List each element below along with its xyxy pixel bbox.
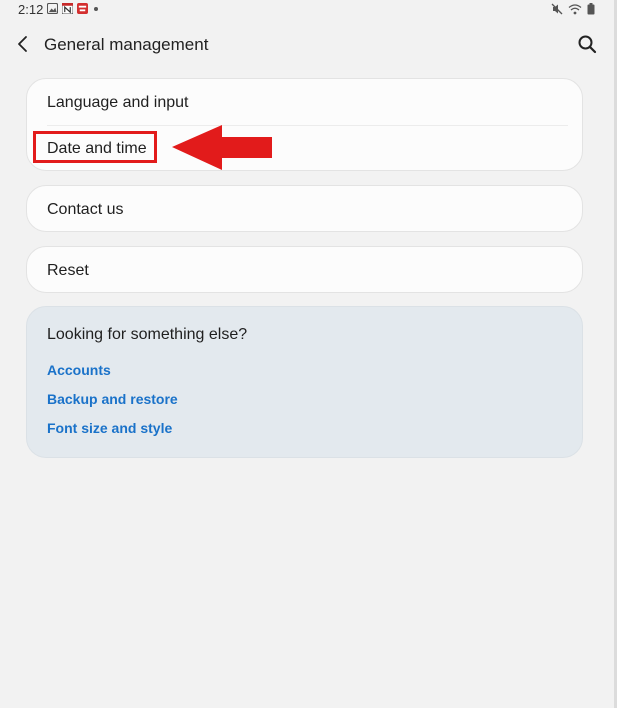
suggestions-card: Looking for something else? Accounts Bac…	[26, 306, 583, 458]
status-time: 2:12	[18, 2, 44, 17]
mute-icon	[551, 3, 563, 15]
status-bar: 2:12	[0, 0, 617, 20]
highlight-box	[33, 131, 157, 163]
news-icon	[62, 3, 73, 14]
link-backup-and-restore[interactable]: Backup and restore	[47, 391, 178, 407]
divider	[47, 125, 568, 126]
settings-group-3: Reset	[26, 246, 583, 293]
menu-item-language-and-input[interactable]: Language and input	[47, 94, 188, 112]
status-icons-left	[47, 3, 98, 14]
gallery-icon	[47, 3, 58, 14]
red-arrow-icon	[172, 125, 272, 170]
app-header: General management	[0, 28, 617, 60]
menu-item-reset[interactable]: Reset	[47, 262, 89, 280]
status-icons-right	[551, 3, 595, 15]
notification-dot	[94, 6, 98, 11]
app-badge-icon	[77, 3, 88, 14]
battery-icon	[587, 3, 595, 15]
page-title: General management	[44, 35, 209, 54]
chevron-left-icon[interactable]	[14, 34, 32, 54]
settings-group-2: Contact us	[26, 185, 583, 232]
menu-item-contact-us[interactable]: Contact us	[47, 201, 123, 219]
link-font-size-and-style[interactable]: Font size and style	[47, 420, 172, 436]
search-icon[interactable]	[577, 34, 597, 54]
link-accounts[interactable]: Accounts	[47, 362, 111, 378]
suggestions-title: Looking for something else?	[47, 326, 248, 343]
wifi-icon	[568, 4, 582, 15]
